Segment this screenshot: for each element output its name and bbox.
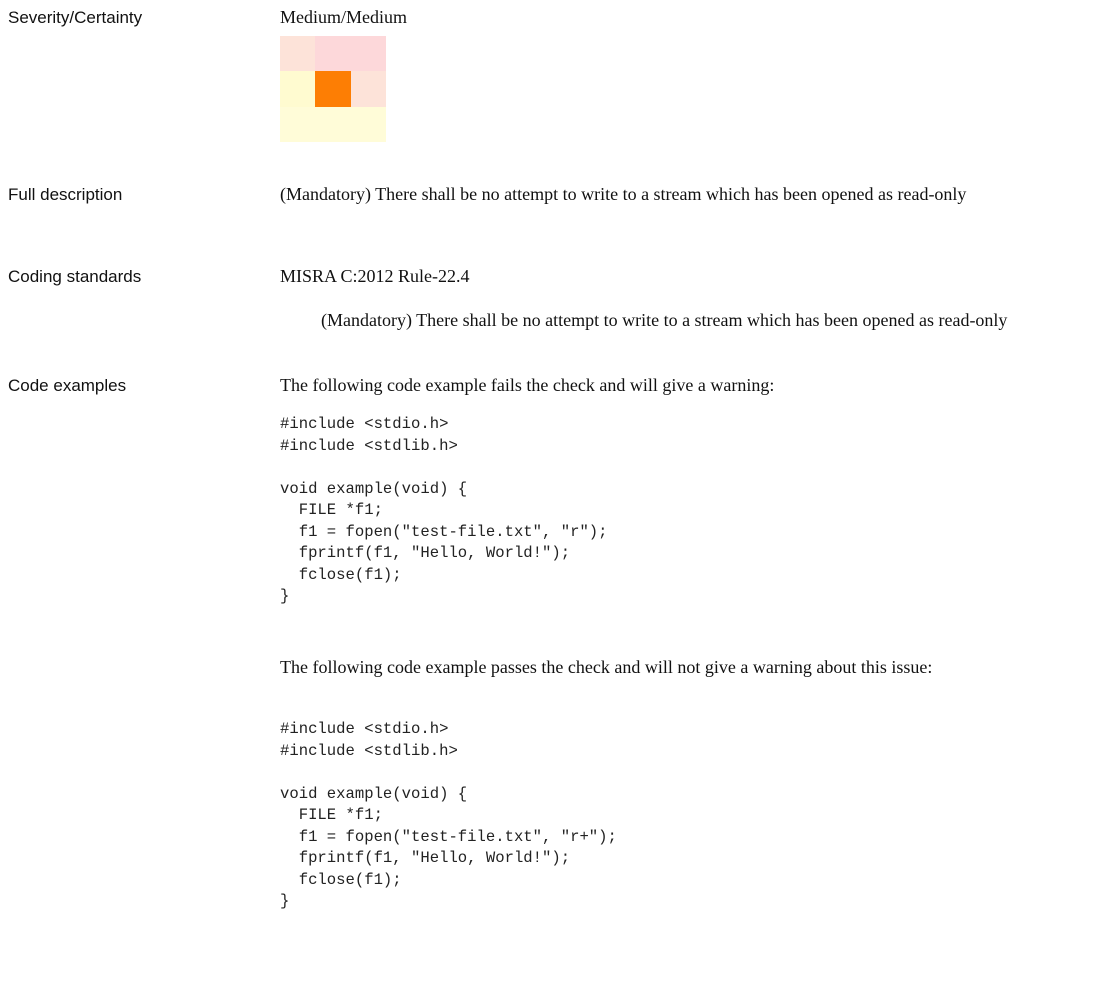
full-description-text: (Mandatory) There shall be no attempt to… xyxy=(280,184,967,204)
matrix-cell-r1c2 xyxy=(315,36,351,72)
rule-page: Severity/Certainty Medium/Medium Full de… xyxy=(0,0,1102,1000)
fail-code-example: #include <stdio.h> #include <stdlib.h> v… xyxy=(280,415,608,605)
matrix-cell-r3c2 xyxy=(315,106,351,142)
matrix-cell-r3c1 xyxy=(280,106,316,142)
matrix-cell-r1c3 xyxy=(350,36,386,72)
fail-example-intro: The following code example fails the che… xyxy=(280,375,775,395)
coding-standards-label: Coding standards xyxy=(8,267,142,286)
full-description-label: Full description xyxy=(8,185,123,204)
pass-code-example: #include <stdio.h> #include <stdlib.h> v… xyxy=(280,720,617,910)
coding-standard-name: MISRA C:2012 Rule-22.4 xyxy=(280,266,470,286)
matrix-cell-r2c2-highlight xyxy=(315,71,351,107)
matrix-cell-r3c3 xyxy=(350,106,386,142)
matrix-cell-r2c3 xyxy=(350,71,386,107)
matrix-cell-r2c1 xyxy=(280,71,316,107)
severity-label: Severity/Certainty xyxy=(8,8,143,27)
code-examples-label: Code examples xyxy=(8,376,127,395)
pass-example-intro: The following code example passes the ch… xyxy=(280,657,933,677)
severity-value: Medium/Medium xyxy=(280,7,407,27)
severity-certainty-matrix xyxy=(280,36,386,142)
coding-standard-description: (Mandatory) There shall be no attempt to… xyxy=(321,310,1008,330)
matrix-cell-r1c1 xyxy=(280,36,316,72)
